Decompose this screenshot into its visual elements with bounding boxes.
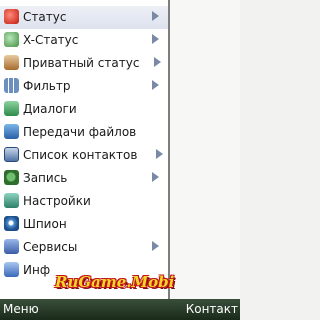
- menu-item-label: Сервисы: [23, 240, 78, 254]
- contact-list-background: [168, 0, 240, 299]
- info-icon: [4, 262, 19, 277]
- menu-item-label: Приватный статус: [23, 56, 140, 70]
- menu-item-settings[interactable]: Настройки: [0, 190, 168, 213]
- menu-item-label: Статус: [23, 10, 67, 24]
- submenu-arrow-icon: [152, 241, 159, 251]
- menu-item-label: Передачи файлов: [23, 125, 137, 139]
- menu-item-x-status[interactable]: X-Статус: [0, 29, 168, 52]
- menu-item-label: Инф: [23, 263, 51, 277]
- menu-item-label: Диалоги: [23, 102, 77, 116]
- menu-item-label: Шпион: [23, 217, 67, 231]
- submenu-arrow-icon: [154, 57, 161, 67]
- main-menu: Статус X-Статус Приватный статус Фильтр …: [0, 0, 170, 299]
- menu-item-record[interactable]: Запись: [0, 167, 168, 190]
- menu-item-services[interactable]: Сервисы: [0, 236, 168, 259]
- dialogs-icon: [4, 101, 19, 116]
- menu-item-status[interactable]: Статус: [0, 6, 168, 29]
- menu-item-filter[interactable]: Фильтр: [0, 75, 168, 98]
- status-flower-icon: [4, 9, 19, 24]
- submenu-arrow-icon: [152, 80, 159, 90]
- menu-item-label: Настройки: [23, 194, 91, 208]
- menu-item-private-status[interactable]: Приватный статус: [0, 52, 168, 75]
- submenu-arrow-icon: [152, 34, 159, 44]
- file-transfer-icon: [4, 124, 19, 139]
- screen: Статус X-Статус Приватный статус Фильтр …: [0, 0, 240, 320]
- submenu-arrow-icon: [156, 149, 163, 159]
- menu-item-dialogs[interactable]: Диалоги: [0, 98, 168, 121]
- spy-icon: [4, 216, 19, 231]
- menu-item-label: Фильтр: [23, 79, 71, 93]
- filter-icon: [4, 78, 19, 93]
- record-icon: [4, 170, 19, 185]
- menu-item-file-transfers[interactable]: Передачи файлов: [0, 121, 168, 144]
- contact-list-icon: [4, 147, 19, 162]
- softkey-right-contact[interactable]: Контакт: [186, 302, 238, 317]
- submenu-arrow-icon: [152, 172, 159, 182]
- services-icon: [4, 239, 19, 254]
- settings-icon: [4, 193, 19, 208]
- watermark: RuGame.Mobi: [55, 273, 175, 291]
- softkey-bar: Меню Контакт: [0, 299, 240, 320]
- menu-item-label: X-Статус: [23, 33, 79, 47]
- softkey-left-menu[interactable]: Меню: [3, 302, 39, 317]
- menu-item-contact-list[interactable]: Список контактов: [0, 144, 168, 167]
- private-status-icon: [4, 55, 19, 70]
- menu-item-label: Список контактов: [23, 148, 138, 162]
- submenu-arrow-icon: [152, 11, 159, 21]
- menu-item-spy[interactable]: Шпион: [0, 213, 168, 236]
- x-status-icon: [4, 32, 19, 47]
- menu-item-label: Запись: [23, 171, 68, 185]
